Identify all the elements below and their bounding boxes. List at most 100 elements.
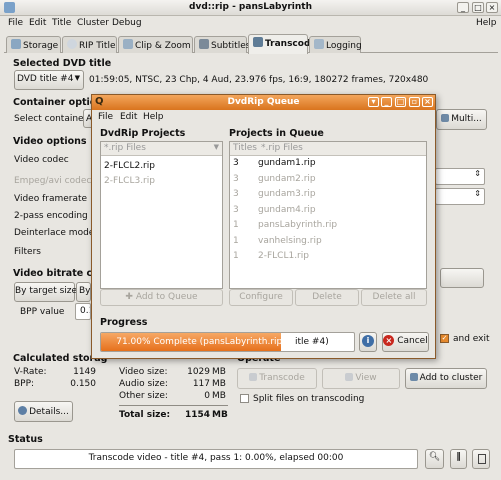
dialog-titlebar: Q DvdRip Queue ▾ _ □ ▫ × (92, 95, 435, 110)
close-icon[interactable]: × (486, 2, 498, 13)
tab-subtitles[interactable]: Subtitles (194, 36, 251, 53)
unit: MB (212, 367, 226, 377)
project-item[interactable]: 2-FLCL3.rip (101, 171, 222, 186)
tab-logging[interactable]: Logging (309, 36, 362, 53)
progress-text: 71.00% Complete (pansLabyrinth.rip) (116, 337, 286, 347)
dialog-restore-icon[interactable]: ▫ (409, 97, 420, 107)
add-to-queue-button[interactable]: ✚ Add to Queue (100, 289, 223, 306)
transcode-label: Transcode (259, 373, 305, 383)
dialog-maximize-icon[interactable]: □ (395, 97, 406, 107)
files-col-header[interactable]: *.rip Files (261, 143, 303, 153)
settings-icon (441, 114, 450, 122)
tab-rip-title[interactable]: RIP Title (62, 36, 117, 53)
video-size-label: Video size: (119, 367, 168, 377)
transcode-icon (253, 37, 263, 47)
delete-button[interactable]: Delete (295, 289, 359, 306)
stop-button[interactable] (472, 449, 490, 469)
titles-col-header[interactable]: Titles (233, 143, 257, 153)
projects-filter[interactable]: *.rip Files ▼ (101, 142, 222, 156)
tab-label: Subtitles (211, 41, 251, 51)
vrate-value: 1149 (73, 367, 96, 377)
menu-edit[interactable]: Edit (29, 18, 46, 28)
logging-icon (314, 39, 324, 49)
queue-row[interactable]: 1 pansLabyrinth.rip (230, 218, 426, 234)
minimize-icon[interactable]: _ (457, 2, 469, 13)
view-icon (345, 373, 354, 381)
cancel-button[interactable]: × Cancel (382, 332, 429, 352)
transcode-button[interactable]: Transcode (237, 368, 317, 389)
tab-storage[interactable]: Storage (6, 36, 61, 53)
add-to-queue-label: Add to Queue (135, 292, 198, 302)
status-bar: Transcode video - title #4, pass 1: 0.00… (14, 449, 418, 469)
queue-row-title: 3 (233, 204, 239, 215)
title-info: 01:59:05, NTSC, 23 Chp, 4 Aud, 23.976 fp… (89, 75, 429, 85)
dialog-menu-file[interactable]: File (98, 112, 113, 122)
projects-heading: DvdRip Projects (100, 128, 186, 139)
total-divider (119, 405, 228, 406)
title-select[interactable]: DVD title #4 ▼ (14, 70, 84, 90)
queue-row[interactable]: 1 vanhelsing.rip (230, 234, 426, 250)
pause-button[interactable]: ‖ (450, 449, 467, 469)
cluster-label: Add to cluster (419, 373, 483, 383)
tab-clip-zoom[interactable]: Clip & Zoom (118, 36, 193, 53)
by-target-size-button[interactable]: By target size (14, 282, 77, 302)
other-size-value: 0 (204, 391, 210, 401)
delete-all-button[interactable]: Delete all (361, 289, 427, 306)
projects-list: *.rip Files ▼ 2-FLCL2.rip 2-FLCL3.rip (100, 141, 223, 289)
dialog-minimize-icon[interactable]: _ (381, 97, 392, 107)
queue-row-title: 1 (233, 235, 239, 246)
stop-icon (478, 454, 486, 464)
project-item[interactable]: 2-FLCL2.rip (101, 156, 222, 171)
menu-help[interactable]: Help (476, 18, 497, 28)
view-button[interactable]: View (322, 368, 400, 389)
status-heading: Status (8, 434, 43, 445)
exit-checkbox[interactable]: ✓ (440, 334, 449, 343)
progress-bar: 71.00% Complete (pansLabyrinth.rip) itle… (100, 332, 355, 352)
cluster-icon (409, 373, 418, 381)
window-titlebar: dvd::rip - pansLabyrinth _ □ × (0, 0, 501, 16)
configure-button[interactable]: Configure (229, 289, 293, 306)
filter-config-button[interactable] (440, 268, 484, 288)
split-files-checkbox[interactable] (240, 394, 249, 403)
total-size-label: Total size: (119, 410, 171, 420)
queue-row[interactable]: 3 gundam4.rip (230, 203, 426, 219)
zoom-icon (123, 39, 133, 49)
dialog-menu-icon[interactable]: ▾ (368, 97, 379, 107)
queue-row-title: 3 (233, 158, 239, 168)
video-codec-label: Video codec (14, 155, 69, 165)
menu-title[interactable]: Title (52, 18, 71, 28)
menu-debug[interactable]: Debug (112, 18, 142, 28)
menu-cluster[interactable]: Cluster (77, 18, 109, 28)
codec-stepper[interactable]: ⇕ (435, 168, 485, 185)
tab-label: Logging (326, 41, 362, 51)
menu-file[interactable]: File (8, 18, 23, 28)
tab-bar: Storage RIP Title Clip & Zoom Subtitles … (4, 34, 498, 54)
chevron-down-icon: ▼ (74, 74, 80, 82)
bpp-label: BPP value (20, 307, 65, 317)
info-button[interactable]: i (359, 332, 377, 352)
by-bitrate-button[interactable]: By (76, 282, 91, 302)
framerate-stepper[interactable]: ⇕ (435, 188, 485, 205)
split-files-label: Split files on transcoding (253, 394, 365, 404)
cancel-label: Cancel (397, 336, 428, 346)
queue-row[interactable]: 3 gundam2.rip (230, 172, 426, 188)
container-label: Select container (14, 114, 88, 124)
bpp-input[interactable]: 0.15 (75, 303, 91, 320)
multi-button[interactable]: Multi... (436, 109, 487, 130)
queue-row[interactable]: 3 gundam1.rip (230, 156, 426, 172)
zoom-button[interactable]: 🔍︎ (425, 449, 444, 469)
dialog-close-icon[interactable]: × (422, 97, 433, 107)
add-to-cluster-button[interactable]: Add to cluster (405, 368, 487, 389)
queue-row-file: pansLabyrinth.rip (258, 220, 338, 230)
details-button[interactable]: Details... (14, 401, 73, 422)
dialog-menu-edit[interactable]: Edit (120, 112, 137, 122)
queue-row[interactable]: 1 2-FLCL1.rip (230, 249, 426, 265)
chevron-down-icon: ▼ (213, 143, 219, 151)
maximize-icon[interactable]: □ (472, 2, 484, 13)
deinterlace-label: Deinterlace mode (14, 228, 95, 238)
tab-transcode[interactable]: Transcode (248, 34, 317, 54)
queue-row[interactable]: 3 gundam3.rip (230, 187, 426, 203)
magnifier-icon (18, 406, 28, 415)
dialog-menu-help[interactable]: Help (143, 112, 164, 122)
subtitles-icon (199, 39, 209, 49)
